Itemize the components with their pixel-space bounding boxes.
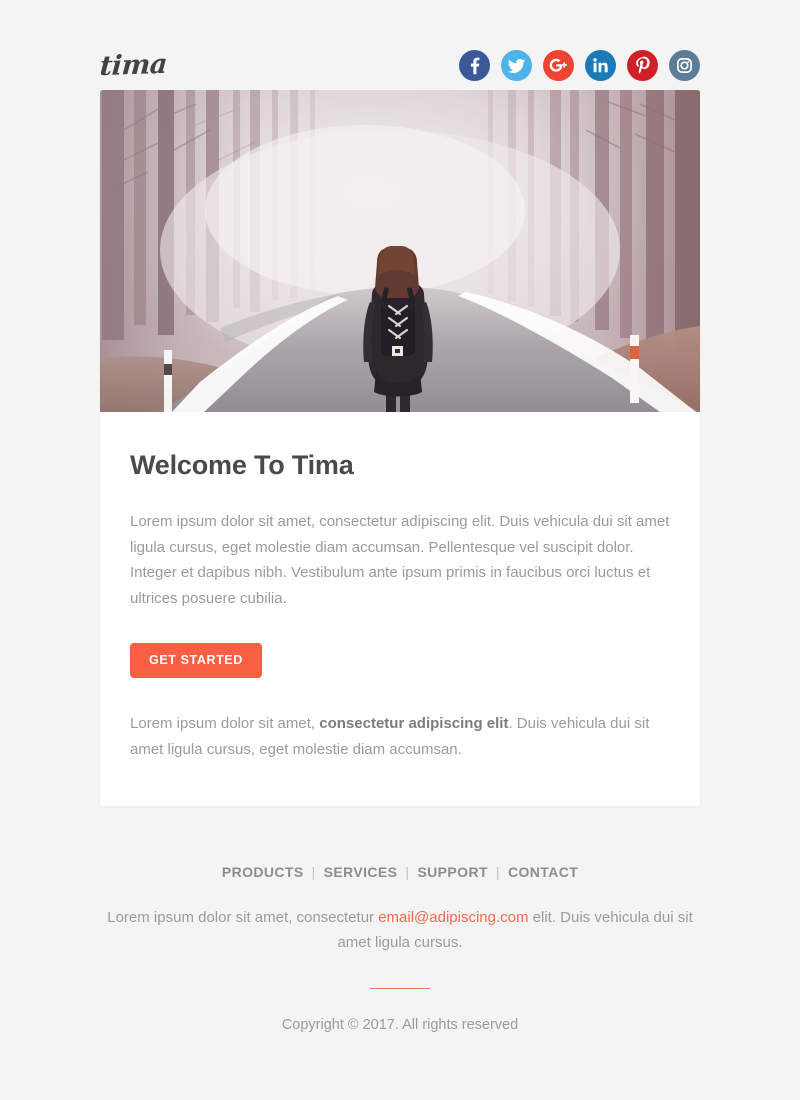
get-started-button[interactable]: GET STARTED — [130, 643, 262, 678]
footer-link-products[interactable]: PRODUCTS — [222, 864, 304, 880]
pinterest-icon[interactable] — [627, 49, 658, 81]
hero-image — [100, 90, 700, 412]
footer-nav: PRODUCTS | SERVICES | SUPPORT | CONTACT — [100, 864, 700, 880]
secondary-paragraph: Lorem ipsum dolor sit amet, consectetur … — [130, 711, 670, 762]
instagram-icon[interactable] — [669, 49, 700, 81]
footer-link-services[interactable]: SERVICES — [324, 864, 398, 880]
footer-divider — [370, 988, 430, 989]
footer-separator: | — [495, 864, 500, 880]
facebook-icon[interactable] — [459, 49, 490, 81]
secondary-paragraph-bold: consectetur adipiscing elit — [319, 715, 509, 732]
social-links — [459, 49, 700, 81]
linkedin-icon[interactable] — [585, 49, 616, 81]
footer-separator: | — [405, 864, 410, 880]
footer-text-before: Lorem ipsum dolor sit amet, consectetur — [107, 909, 379, 926]
email-page: tima Welcome To Tima Lorem ipsum dolor s… — [0, 0, 800, 1100]
content-card: Welcome To Tima Lorem ipsum dolor sit am… — [100, 90, 700, 806]
footer: PRODUCTS | SERVICES | SUPPORT | CONTACT Lorem … — [100, 806, 700, 1033]
footer-email-link[interactable]: email@adipiscing.com — [378, 909, 528, 926]
copyright-text: Copyright © 2017. All rights reserved — [281, 1017, 519, 1033]
twitter-icon[interactable] — [501, 49, 532, 81]
brand-logo[interactable]: tima — [99, 48, 168, 81]
secondary-paragraph-before: Lorem ipsum dolor sit amet, — [130, 715, 320, 732]
header: tima — [99, 0, 700, 90]
card-body: Welcome To Tima Lorem ipsum dolor sit am… — [100, 412, 700, 806]
google-plus-icon[interactable] — [543, 49, 574, 81]
intro-paragraph: Lorem ipsum dolor sit amet, consectetur … — [130, 513, 670, 607]
page-title: Welcome To Tima — [130, 450, 354, 480]
footer-separator: | — [311, 864, 316, 880]
footer-link-support[interactable]: SUPPORT — [417, 864, 487, 880]
footer-description: Lorem ipsum dolor sit amet, consectetur … — [100, 905, 700, 955]
footer-link-contact[interactable]: CONTACT — [508, 864, 578, 880]
